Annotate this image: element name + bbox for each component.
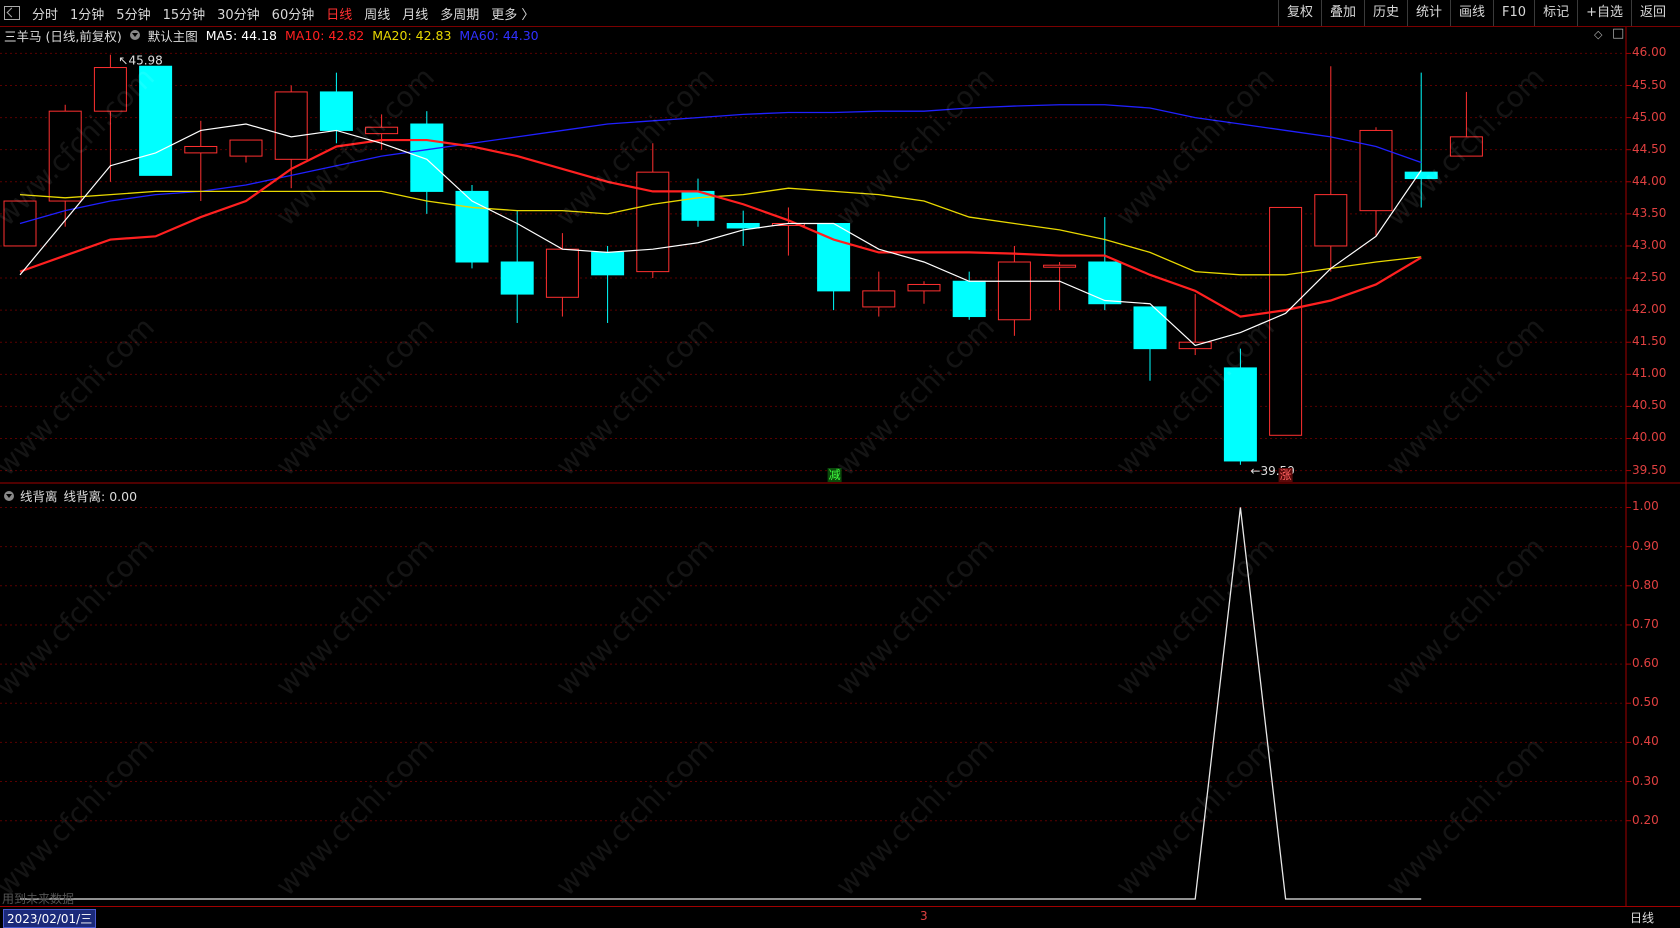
indicator-y-tick-label: 0.20 xyxy=(1632,812,1659,827)
main-y-tick-label: 43.00 xyxy=(1632,237,1667,252)
current-date[interactable]: 2023/02/01/三 xyxy=(3,909,97,928)
indicator-y-tick-label: 0.30 xyxy=(1632,773,1659,788)
main-y-tick-label: 40.00 xyxy=(1632,430,1667,445)
ma5-line xyxy=(19,123,1422,347)
indicator-y-tick-label: 0.50 xyxy=(1632,695,1659,710)
main-y-tick-label: 39.50 xyxy=(1632,462,1667,477)
candle-body xyxy=(862,290,896,308)
candle-body xyxy=(636,171,670,273)
main-y-tick-label: 41.00 xyxy=(1632,366,1667,381)
main-y-tick-label: 46.00 xyxy=(1632,45,1667,60)
candle-body xyxy=(1314,194,1348,247)
candle-body xyxy=(1133,306,1167,350)
indicator-y-tick-label: 1.00 xyxy=(1632,499,1659,514)
candle-body xyxy=(455,190,489,263)
sell-marker: 减 xyxy=(829,468,841,482)
bottom-status-bar: 2023/02/01/三 3 日线 xyxy=(0,906,1680,928)
ma20-line xyxy=(19,187,1422,276)
candle-body xyxy=(1043,264,1077,268)
ma10-line xyxy=(19,138,1422,318)
candle-body xyxy=(997,261,1031,321)
main-y-tick-label: 42.00 xyxy=(1632,302,1667,317)
indicator-y-tick-label: 0.80 xyxy=(1632,577,1659,592)
indicator-y-tick-label: 0.40 xyxy=(1632,734,1659,749)
candle-body xyxy=(952,280,986,318)
main-y-tick-label: 45.50 xyxy=(1632,77,1667,92)
candle-body xyxy=(274,91,308,160)
candle-body xyxy=(907,283,941,292)
candle-body xyxy=(726,222,760,229)
period-label: 日线 xyxy=(1629,911,1654,925)
candle-body xyxy=(681,190,715,221)
candle-body xyxy=(319,91,353,131)
future-data-note: 用到未来数据 xyxy=(2,892,75,906)
main-y-tick-label: 43.50 xyxy=(1632,205,1667,220)
candle-body xyxy=(229,139,263,157)
candle-body xyxy=(500,261,534,295)
indicator-y-tick-label: 0.60 xyxy=(1632,656,1659,671)
candle-body xyxy=(1088,261,1122,305)
candle-body xyxy=(184,145,218,154)
candle-body xyxy=(591,251,625,276)
buy-marker: 涨 xyxy=(1280,467,1292,482)
indicator-y-tick-label: 0.70 xyxy=(1632,616,1659,631)
count-marker: 3 xyxy=(920,909,928,923)
candle-body xyxy=(1269,206,1303,436)
candle-body xyxy=(1359,129,1393,212)
candle-body xyxy=(410,123,444,192)
main-y-tick-label: 44.00 xyxy=(1632,173,1667,188)
main-y-tick-label: 40.50 xyxy=(1632,398,1667,413)
candle-body xyxy=(545,248,579,298)
main-y-tick-label: 41.50 xyxy=(1632,334,1667,349)
main-y-tick-label: 45.00 xyxy=(1632,109,1667,124)
main-y-tick-label: 44.50 xyxy=(1632,141,1667,156)
indicator-y-tick-label: 0.90 xyxy=(1632,538,1659,553)
main-y-tick-label: 42.50 xyxy=(1632,270,1667,285)
